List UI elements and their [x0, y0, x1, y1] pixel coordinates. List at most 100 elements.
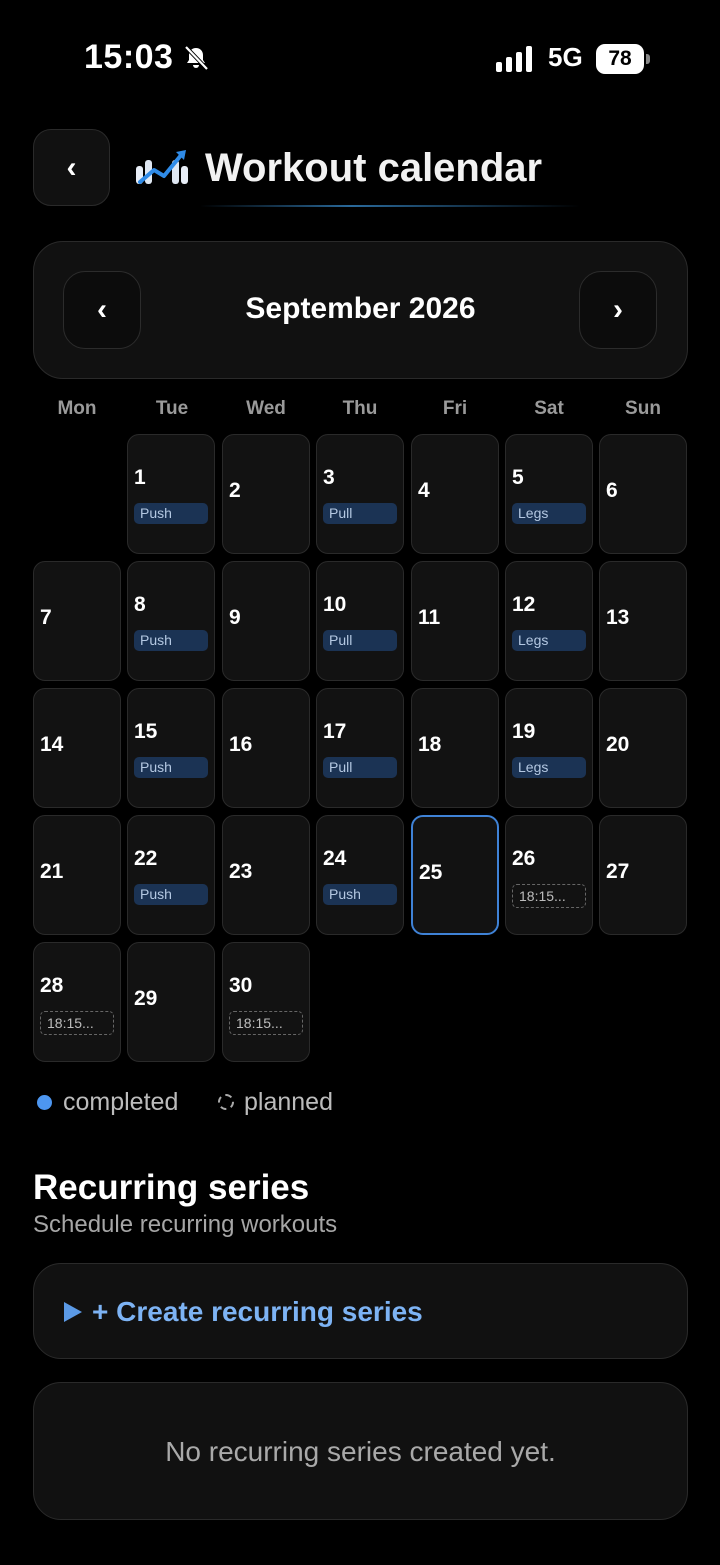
calendar-day[interactable]: 4	[411, 434, 499, 554]
planned-dashed-icon	[218, 1094, 234, 1110]
legend-completed: completed	[63, 1088, 179, 1116]
calendar-day[interactable]: 3 Pull	[316, 434, 404, 554]
recurring-empty-state: No recurring series created yet.	[33, 1382, 688, 1520]
calendar-day[interactable]: 22 Push	[127, 815, 215, 935]
network-type: 5G	[548, 42, 583, 72]
day-number: 19	[512, 720, 536, 743]
workout-tag: Push	[323, 884, 397, 905]
day-number: 7	[40, 606, 52, 629]
weekday-label: Thu	[342, 398, 378, 419]
day-number: 5	[512, 466, 524, 489]
calendar-day[interactable]: 26 18:15...	[505, 815, 593, 935]
day-number: 3	[323, 466, 335, 489]
day-number: 9	[229, 606, 241, 629]
day-number: 10	[323, 593, 347, 616]
day-number: 24	[323, 847, 347, 870]
calendar-day[interactable]: 15 Push	[127, 688, 215, 808]
calendar-day[interactable]: 19 Legs	[505, 688, 593, 808]
section-title: Recurring series	[33, 1168, 310, 1207]
day-number: 21	[40, 860, 64, 883]
calendar-day[interactable]: 2	[222, 434, 310, 554]
calendar-day[interactable]: 9	[222, 561, 310, 681]
legend-planned: planned	[244, 1088, 333, 1116]
calendar-day[interactable]: 1 Push	[127, 434, 215, 554]
workout-tag: Pull	[323, 503, 397, 524]
completed-dot-icon	[37, 1095, 52, 1110]
day-number: 12	[512, 593, 536, 616]
day-number: 16	[229, 733, 253, 756]
workout-tag: Push	[134, 884, 208, 905]
planned-time-tag: 18:15...	[512, 884, 586, 908]
calendar-day[interactable]: 18	[411, 688, 499, 808]
calendar-day[interactable]: 20	[599, 688, 687, 808]
calendar-day[interactable]: 6	[599, 434, 687, 554]
calendar-day[interactable]: 17 Pull	[316, 688, 404, 808]
day-number: 1	[134, 466, 146, 489]
weekday-label: Wed	[246, 398, 286, 419]
day-number: 29	[134, 987, 158, 1010]
planned-time-tag: 18:15...	[229, 1011, 303, 1035]
workout-tag: Push	[134, 630, 208, 651]
day-number: 13	[606, 606, 630, 629]
status-bar: 15:03 5G 78	[0, 0, 720, 110]
signal-icon	[496, 46, 532, 72]
battery-icon: 78	[596, 44, 650, 74]
calendar-day[interactable]: 12 Legs	[505, 561, 593, 681]
empty-state-text: No recurring series created yet.	[165, 1436, 556, 1467]
battery-level: 78	[596, 44, 644, 74]
weekday-label: Sun	[625, 398, 661, 419]
create-recurring-button[interactable]: + Create recurring series	[33, 1263, 688, 1359]
page-title: Workout calendar	[205, 146, 543, 190]
day-number: 25	[419, 861, 443, 884]
day-number: 22	[134, 847, 158, 870]
weekday-label: Mon	[57, 398, 97, 419]
workout-tag: Push	[134, 503, 208, 524]
calendar-day[interactable]: 5 Legs	[505, 434, 593, 554]
calendar-day[interactable]: 28 18:15...	[33, 942, 121, 1062]
day-number: 27	[606, 860, 630, 883]
create-recurring-label: + Create recurring series	[92, 1296, 423, 1327]
workout-tag: Pull	[323, 757, 397, 778]
calendar-day[interactable]: 13	[599, 561, 687, 681]
day-number: 26	[512, 847, 536, 870]
section-subtitle: Schedule recurring workouts	[33, 1211, 338, 1238]
calendar-day[interactable]: 21	[33, 815, 121, 935]
weekday-label: Tue	[155, 398, 189, 419]
calendar-day[interactable]: 30 18:15...	[222, 942, 310, 1062]
calendar-day-today[interactable]: 25	[411, 815, 499, 935]
day-number: 4	[418, 479, 430, 502]
calendar-day[interactable]: 23	[222, 815, 310, 935]
workout-tag: Legs	[512, 630, 586, 651]
calendar-day[interactable]: 27	[599, 815, 687, 935]
workout-tag: Pull	[323, 630, 397, 651]
expand-triangle-icon	[64, 1302, 82, 1322]
day-number: 14	[40, 733, 64, 756]
month-selector: ‹ September 2026 ›	[33, 241, 688, 379]
bell-muted-icon	[184, 45, 209, 71]
workout-tag: Push	[134, 757, 208, 778]
calendar-day[interactable]: 16	[222, 688, 310, 808]
calendar-day[interactable]: 7	[33, 561, 121, 681]
planned-time-tag: 18:15...	[40, 1011, 114, 1035]
workout-tag: Legs	[512, 757, 586, 778]
day-number: 20	[606, 733, 630, 756]
day-number: 17	[323, 720, 347, 743]
calendar-day[interactable]: 29	[127, 942, 215, 1062]
calendar-day[interactable]: 24 Push	[316, 815, 404, 935]
calendar-day[interactable]: 8 Push	[127, 561, 215, 681]
calendar-day[interactable]: 10 Pull	[316, 561, 404, 681]
next-month-button[interactable]: ›	[579, 271, 657, 349]
day-number: 2	[229, 479, 241, 502]
calendar-day[interactable]: 14	[33, 688, 121, 808]
day-number: 18	[418, 733, 442, 756]
weekday-label: Sat	[534, 398, 564, 419]
title-underline	[200, 205, 580, 207]
day-number: 11	[418, 606, 441, 629]
day-number: 6	[606, 479, 618, 502]
calendar-day[interactable]: 11	[411, 561, 499, 681]
day-number: 28	[40, 974, 64, 997]
weekday-label: Fri	[442, 398, 468, 419]
day-number: 23	[229, 860, 253, 883]
weekday-header: Mon Tue Wed Thu Fri Sat Sun	[33, 398, 688, 424]
back-button[interactable]: ‹	[33, 129, 110, 206]
